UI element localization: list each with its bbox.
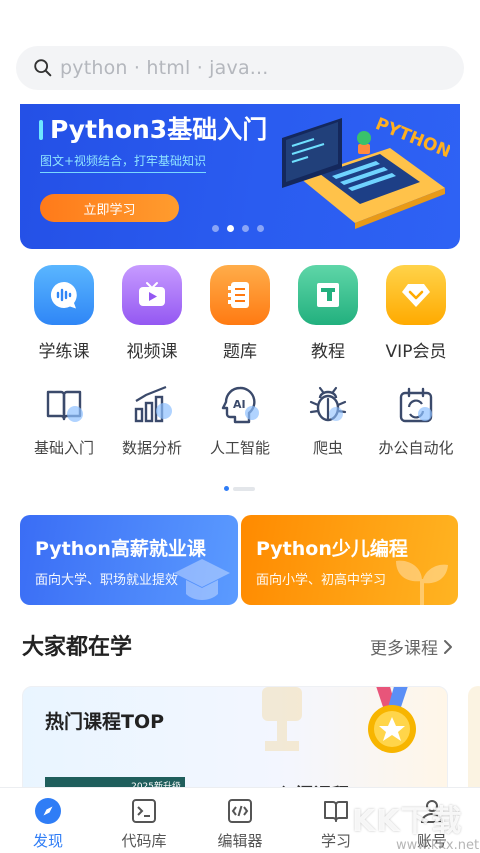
sound-wave-chat-icon	[34, 265, 94, 325]
hot-courses-title: 热门课程TOP	[45, 711, 165, 733]
banner-dot-active[interactable]	[227, 225, 234, 232]
topic-basic-intro[interactable]: 基础入门	[20, 383, 108, 458]
tab-label: 编辑器	[217, 832, 263, 850]
banner-subtitle: 图文+视频结合，打牢基础知识	[40, 152, 207, 173]
promo-career-course[interactable]: Python高薪就业课 面向大学、职场就业提效	[20, 515, 238, 605]
primary-category-grid: 学练课 视频课 题库 教程 VIP会员	[20, 265, 460, 362]
watermark-url: www.kkx.net	[396, 838, 480, 853]
grid-pager-dot[interactable]	[233, 486, 255, 491]
book-icon	[324, 801, 348, 822]
category-label: VIP会员	[385, 342, 447, 362]
more-courses-link[interactable]: 更多课程	[370, 634, 454, 659]
category-video-course[interactable]: 视频课	[108, 265, 196, 362]
topic-ai[interactable]: AI 人工智能	[196, 383, 284, 458]
category-label: 题库	[223, 342, 257, 362]
tab-discover[interactable]: 发现	[0, 788, 96, 853]
promo-subtitle: 面向大学、职场就业提效	[35, 573, 179, 588]
topic-label: 基础入门	[33, 439, 94, 457]
code-editor-icon	[228, 799, 252, 823]
topic-crawler[interactable]: 爬虫	[284, 383, 372, 458]
banner-accent-bar	[39, 120, 43, 140]
category-question-bank[interactable]: 题库	[196, 265, 284, 362]
promo-title: Python少儿编程	[256, 538, 408, 560]
office-automation-icon	[399, 387, 433, 423]
tab-label: 学习	[320, 832, 351, 850]
grid-pager-dot-active[interactable]	[224, 486, 229, 491]
banner-carousel[interactable]: Python3基础入门 图文+视频结合，打牢基础知识 立即学习 PYTHON	[20, 104, 460, 249]
promo-subtitle: 面向小学、初高中学习	[256, 573, 387, 588]
category-label: 视频课	[126, 342, 178, 362]
topic-data-analysis[interactable]: 数据分析	[108, 383, 196, 458]
banner-cta-button[interactable]: 立即学习	[40, 194, 179, 222]
category-vip[interactable]: VIP会员	[372, 265, 460, 362]
tv-play-icon	[122, 265, 182, 325]
tab-label: 发现	[32, 832, 63, 850]
watermark-logo: KK下载	[352, 804, 463, 839]
laptop-illustration: PYTHON	[282, 114, 450, 229]
category-practice-course[interactable]: 学练课	[20, 265, 108, 362]
bug-icon	[309, 386, 347, 422]
topic-office-automation[interactable]: 办公自动化	[372, 383, 460, 458]
trophy-ghost-icon	[262, 687, 302, 751]
tutorial-book-icon	[298, 265, 358, 325]
banner-dot[interactable]	[257, 225, 264, 232]
topic-label: 办公自动化	[378, 439, 454, 457]
category-label: 教程	[311, 342, 345, 362]
terminal-icon	[132, 799, 156, 823]
more-courses-label: 更多课程	[370, 639, 438, 659]
banner-pagination	[212, 225, 264, 232]
medal-icon	[368, 687, 416, 753]
secondary-category-grid: 基础入门 数据分析 AI 人工智能 爬虫 办公自动化	[20, 383, 460, 458]
topic-label: 人工智能	[209, 439, 270, 457]
category-tutorial[interactable]: 教程	[284, 265, 372, 362]
ai-head-icon: AI	[221, 386, 259, 424]
svg-text:AI: AI	[233, 398, 246, 411]
sprout-icon	[396, 560, 448, 605]
banner-title: Python3基础入门	[50, 115, 268, 144]
search-icon	[34, 59, 52, 77]
bar-chart-icon	[134, 385, 172, 423]
question-bank-icon	[210, 265, 270, 325]
chevron-right-icon	[444, 639, 452, 654]
section-title: 大家都在学	[22, 635, 133, 660]
topic-label: 爬虫	[312, 439, 343, 457]
graduation-cap-icon	[174, 559, 230, 600]
search-bar[interactable]: python · html · java...	[16, 46, 464, 90]
grid-pager	[224, 486, 255, 491]
open-book-icon	[46, 390, 83, 422]
banner-dot[interactable]	[212, 225, 219, 232]
search-placeholder: python · html · java...	[60, 57, 269, 79]
topic-label: 数据分析	[121, 439, 182, 457]
tab-label: 代码库	[121, 832, 167, 850]
banner-dot[interactable]	[242, 225, 249, 232]
category-label: 学练课	[38, 342, 90, 362]
promo-kids-coding[interactable]: Python少儿编程 面向小学、初高中学习	[241, 515, 458, 605]
tab-code-library[interactable]: 代码库	[96, 788, 192, 853]
compass-icon	[35, 798, 61, 824]
vip-diamond-icon	[386, 265, 446, 325]
tab-editor[interactable]: 编辑器	[192, 788, 288, 853]
